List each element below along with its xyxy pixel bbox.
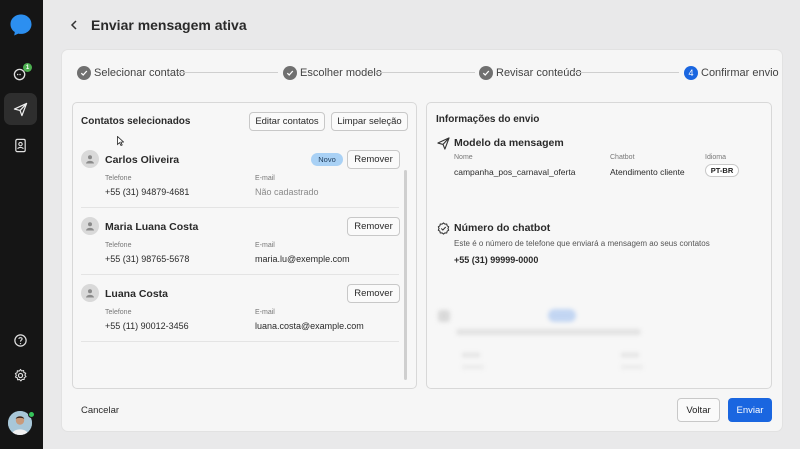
send-button[interactable]: Enviar: [728, 398, 772, 422]
clear-selection-button[interactable]: Limpar seleção: [331, 112, 408, 131]
blurred-line: [621, 365, 643, 369]
person-icon: [81, 150, 99, 168]
contact-name: Carlos Oliveira: [105, 154, 180, 166]
model-name-label: Nome: [454, 154, 473, 161]
sidebar-help[interactable]: [4, 324, 37, 356]
blurred-line: [462, 365, 484, 369]
blurred-scheduling-section: [436, 305, 646, 375]
step-confirm-send: 4 Confirmar envio: [684, 66, 779, 80]
page-title: Enviar mensagem ativa: [91, 17, 247, 33]
sidebar-contacts[interactable]: [4, 129, 37, 161]
contact-phone: +55 (31) 98765-5678: [105, 254, 190, 264]
model-section-title: Modelo da mensagem: [454, 137, 564, 149]
check-icon: [479, 66, 493, 80]
blurred-line: [621, 353, 639, 357]
notification-badge: 1: [23, 63, 32, 72]
step-connector: [178, 72, 278, 73]
person-icon: [81, 217, 99, 235]
chatbot-number-description: Este é o número de telefone que enviará …: [454, 239, 710, 248]
email-label: E-mail: [255, 309, 275, 316]
step-label: Selecionar contato: [94, 67, 186, 79]
send-info-title: Informações do envio: [436, 114, 540, 125]
contact-phone: +55 (11) 90012-3456: [105, 321, 189, 331]
step-connector: [375, 72, 475, 73]
remove-button[interactable]: Remover: [347, 217, 400, 236]
online-status-dot: [28, 411, 35, 418]
blurred-line: [462, 353, 480, 357]
new-badge: Novo: [311, 153, 343, 166]
contact-email: luana.costa@example.com: [255, 321, 364, 331]
contact-email: maria.lu@exemple.com: [255, 254, 350, 264]
step-review-content: Revisar conteúdo: [479, 66, 582, 80]
contact-divider: [81, 274, 399, 275]
email-label: E-mail: [255, 242, 275, 249]
remove-button[interactable]: Remover: [347, 284, 400, 303]
sidebar-send[interactable]: [4, 93, 37, 125]
send-icon: [437, 137, 450, 150]
phone-label: Telefone: [105, 242, 132, 249]
calendar-icon: [438, 310, 450, 322]
chatbot-value: Atendimento cliente: [610, 167, 685, 177]
schedule-toggle: [548, 309, 576, 322]
cancel-button[interactable]: Cancelar: [81, 405, 119, 416]
phone-label: Telefone: [105, 309, 132, 316]
person-icon: [81, 284, 99, 302]
blurred-line: [456, 329, 641, 335]
sidebar-chats[interactable]: 1: [4, 58, 37, 90]
contact-divider: [81, 207, 399, 208]
verified-badge-icon: [437, 222, 450, 235]
contact-divider: [81, 341, 399, 342]
email-label: E-mail: [255, 175, 275, 182]
chatbot-label: Chatbot: [610, 154, 635, 161]
chatbot-number-title: Número do chatbot: [454, 222, 551, 234]
step-connector: [574, 72, 679, 73]
language-badge: PT-BR: [705, 164, 739, 177]
contacts-panel-title: Contatos selecionados: [81, 116, 191, 127]
sidebar-settings[interactable]: [4, 359, 37, 391]
contact-email: Não cadastrado: [255, 187, 319, 197]
contact-name: Maria Luana Costa: [105, 221, 199, 233]
send-icon: [13, 102, 28, 116]
contacts-scrollbar[interactable]: [404, 170, 407, 380]
help-icon: [14, 333, 27, 347]
check-icon: [283, 66, 297, 80]
step-select-contact: Selecionar contato: [77, 66, 185, 80]
step-label: Escolher modelo: [300, 67, 382, 79]
model-name-value: campanha_pos_carnaval_oferta: [454, 167, 576, 177]
step-label: Revisar conteúdo: [496, 67, 582, 79]
sidebar: 1: [0, 0, 43, 449]
remove-button[interactable]: Remover: [347, 150, 400, 169]
phone-label: Telefone: [105, 175, 132, 182]
edit-contacts-button[interactable]: Editar contatos: [249, 112, 325, 131]
chatbot-phone: +55 (31) 99999-0000: [454, 255, 539, 265]
language-label: Idioma: [705, 154, 727, 161]
logo-icon: [10, 14, 32, 36]
contact-name: Luana Costa: [105, 288, 169, 300]
step-choose-model: Escolher modelo: [283, 66, 382, 80]
gear-icon: [14, 368, 27, 381]
contacts-icon: [15, 138, 26, 152]
back-arrow-icon[interactable]: [67, 17, 81, 33]
mouse-cursor-icon: [117, 136, 124, 146]
step-number: 4: [684, 66, 698, 80]
contact-phone: +55 (31) 94879-4681: [105, 187, 190, 197]
back-button[interactable]: Voltar: [677, 398, 720, 422]
check-icon: [77, 66, 91, 80]
step-label: Confirmar envio: [701, 67, 779, 79]
